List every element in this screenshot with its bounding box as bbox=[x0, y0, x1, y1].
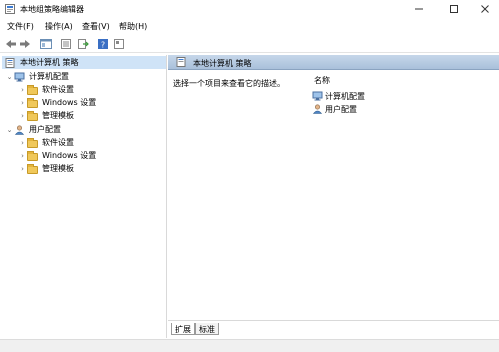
status-bar bbox=[0, 339, 499, 352]
policy-icon bbox=[5, 57, 15, 68]
tree-node-label: Windows 设置 bbox=[42, 151, 97, 160]
tree-node-label: Windows 设置 bbox=[42, 98, 97, 107]
tree-node-computer-software[interactable]: › 软件设置 bbox=[18, 83, 74, 96]
tab-extended[interactable]: 扩展 bbox=[171, 323, 195, 335]
title-bar: 本地组策略编辑器 bbox=[0, 0, 499, 18]
folder-icon bbox=[27, 137, 38, 148]
list-item-label: 用户配置 bbox=[325, 104, 357, 114]
tab-standard[interactable]: 标准 bbox=[195, 323, 219, 335]
window-title: 本地组策略编辑器 bbox=[20, 5, 84, 14]
help-icon[interactable]: ? bbox=[97, 38, 109, 50]
maximize-icon bbox=[450, 5, 458, 13]
tree-root-node[interactable]: 本地计算机 策略 bbox=[2, 56, 166, 69]
list-item-computer-config[interactable]: 计算机配置 bbox=[312, 90, 365, 102]
tree-node-label: 管理模板 bbox=[42, 111, 74, 120]
chevron-down-icon[interactable]: ⌄ bbox=[5, 126, 14, 134]
properties-icon[interactable] bbox=[60, 38, 72, 50]
minimize-icon bbox=[415, 8, 423, 10]
chevron-right-icon[interactable]: › bbox=[18, 139, 27, 147]
menu-bar: 文件(F) 操作(A) 查看(V) 帮助(H) bbox=[0, 19, 499, 33]
tree-node-user-windows[interactable]: › Windows 设置 bbox=[18, 149, 96, 162]
chevron-right-icon[interactable]: › bbox=[18, 165, 27, 173]
app-icon bbox=[5, 4, 15, 14]
description-text: 选择一个项目来查看它的描述。 bbox=[173, 79, 285, 88]
tree-node-label: 计算机配置 bbox=[29, 72, 69, 81]
chevron-right-icon[interactable]: › bbox=[18, 99, 27, 107]
list-item-label: 计算机配置 bbox=[325, 91, 365, 101]
folder-icon bbox=[27, 84, 38, 95]
folder-icon bbox=[27, 163, 38, 174]
view-icon[interactable] bbox=[113, 38, 125, 50]
chevron-right-icon[interactable]: › bbox=[18, 112, 27, 120]
tree-node-computer-config[interactable]: ⌄ 计算机配置 bbox=[5, 70, 69, 83]
tree-node-user-config[interactable]: ⌄ 用户配置 bbox=[5, 123, 61, 136]
tree-node-label: 软件设置 bbox=[42, 85, 74, 94]
list-item-user-config[interactable]: 用户配置 bbox=[312, 103, 357, 115]
user-icon bbox=[312, 104, 323, 114]
svg-text:?: ? bbox=[101, 41, 105, 50]
menu-file[interactable]: 文件(F) bbox=[7, 21, 34, 32]
tree-node-computer-admin[interactable]: › 管理模板 bbox=[18, 109, 74, 122]
details-pane: 本地计算机 策略 选择一个项目来查看它的描述。 名称 计算机配置 用户配置 bbox=[168, 55, 499, 319]
column-header-name[interactable]: 名称 bbox=[314, 75, 330, 86]
tree-node-label: 用户配置 bbox=[29, 125, 61, 134]
back-arrow-icon[interactable] bbox=[5, 38, 17, 50]
console-tree: 本地计算机 策略 ⌄ 计算机配置 › 软件设置 › Windows 设置 › 管… bbox=[2, 55, 167, 338]
close-button[interactable] bbox=[474, 0, 496, 18]
tree-node-label: 管理模板 bbox=[42, 164, 74, 173]
computer-icon bbox=[14, 72, 25, 81]
menu-help[interactable]: 帮助(H) bbox=[119, 21, 147, 32]
tree-node-computer-windows[interactable]: › Windows 设置 bbox=[18, 96, 96, 109]
tree-node-user-software[interactable]: › 软件设置 bbox=[18, 136, 74, 149]
chevron-down-icon[interactable]: ⌄ bbox=[5, 73, 14, 81]
menu-action[interactable]: 操作(A) bbox=[45, 21, 73, 32]
folder-icon bbox=[27, 97, 38, 108]
computer-icon bbox=[312, 91, 323, 101]
folder-icon bbox=[27, 150, 38, 161]
chevron-right-icon[interactable]: › bbox=[18, 86, 27, 94]
tree-node-user-admin[interactable]: › 管理模板 bbox=[18, 162, 74, 175]
user-icon bbox=[14, 124, 25, 135]
toolbar: ? bbox=[0, 35, 499, 53]
close-icon bbox=[481, 5, 489, 13]
tree-root-label: 本地计算机 策略 bbox=[20, 58, 79, 67]
forward-arrow-icon[interactable] bbox=[19, 38, 31, 50]
folder-icon bbox=[27, 110, 38, 121]
chevron-right-icon[interactable]: › bbox=[18, 152, 27, 160]
view-tabs: 扩展 标准 bbox=[168, 320, 499, 338]
tree-node-label: 软件设置 bbox=[42, 138, 74, 147]
console-tree-icon[interactable] bbox=[40, 38, 52, 50]
maximize-button[interactable] bbox=[443, 0, 465, 18]
export-list-icon[interactable] bbox=[77, 38, 89, 50]
policy-icon bbox=[176, 57, 186, 67]
menu-view[interactable]: 查看(V) bbox=[82, 21, 110, 32]
details-header: 本地计算机 策略 bbox=[168, 55, 499, 70]
details-header-title: 本地计算机 策略 bbox=[193, 59, 252, 68]
minimize-button[interactable] bbox=[408, 0, 430, 18]
